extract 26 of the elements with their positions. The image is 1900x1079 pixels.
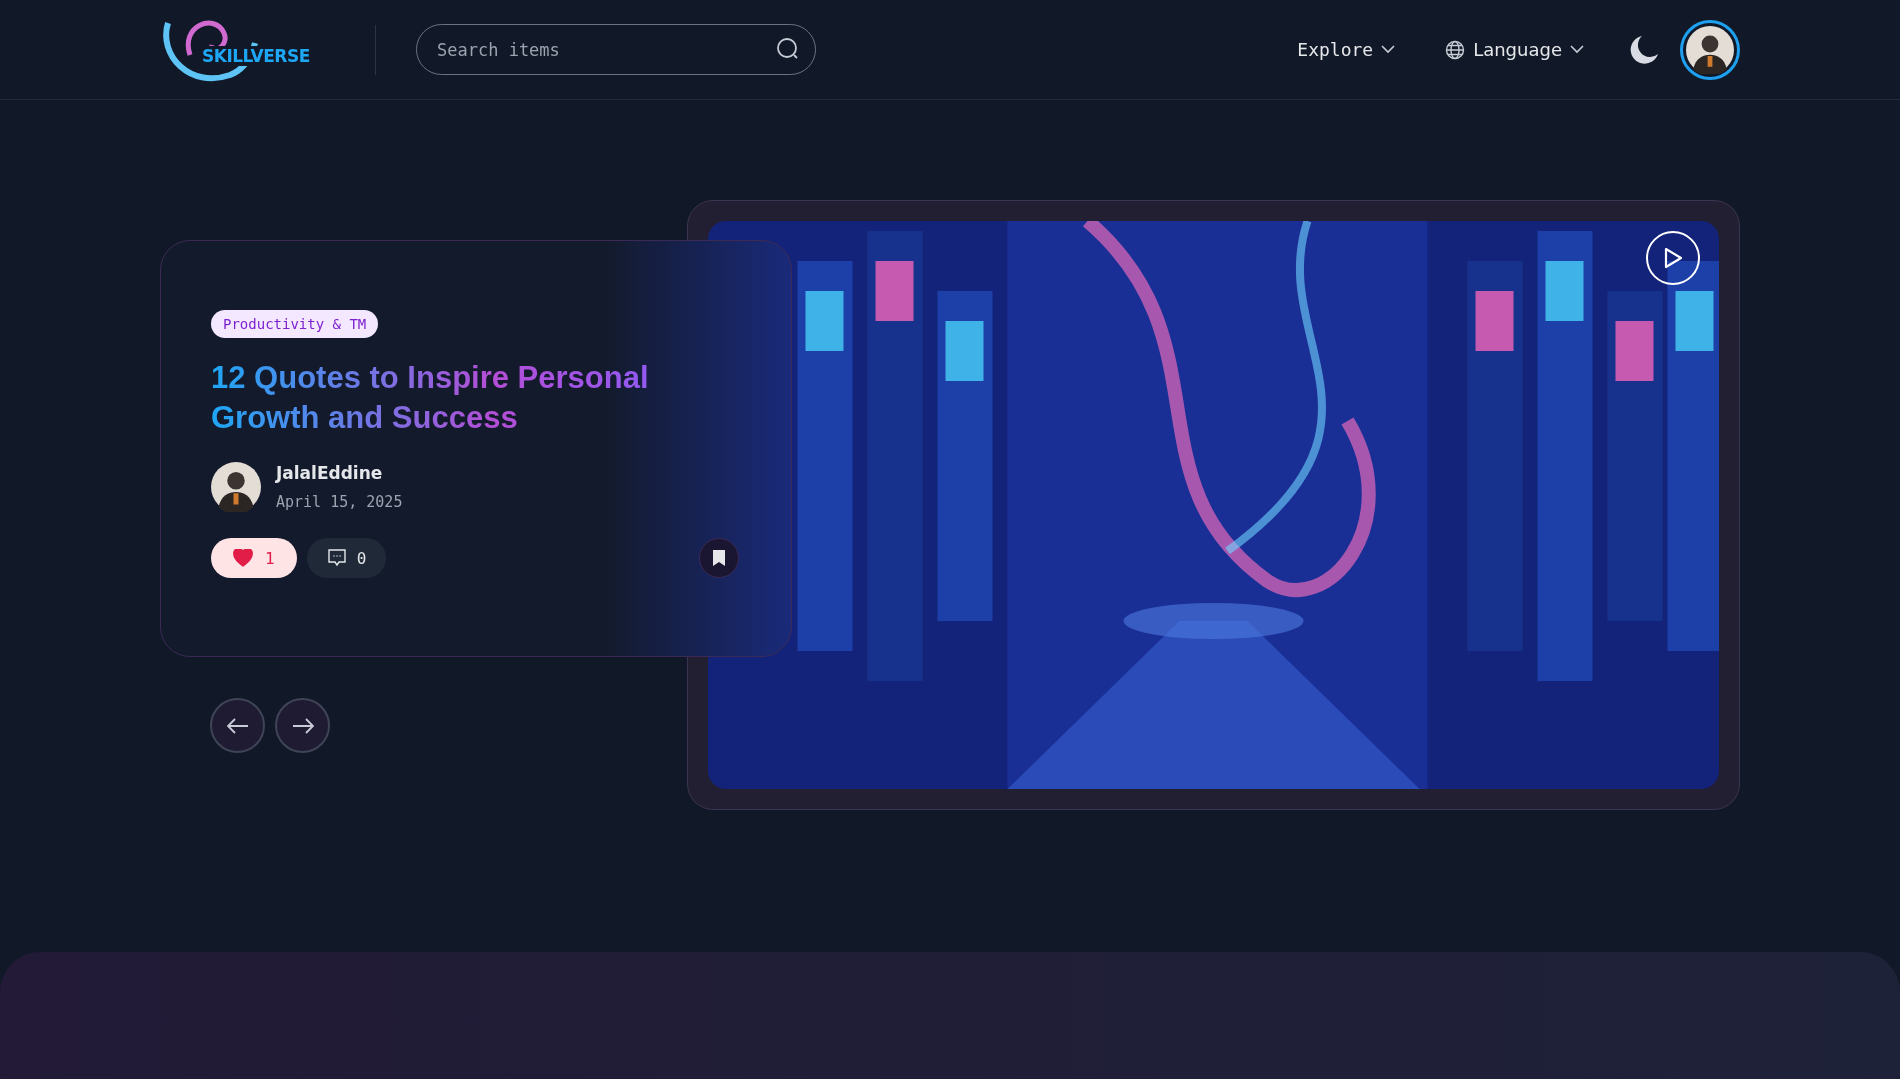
post-date: April 15, 2025 (276, 493, 403, 511)
comment-icon (326, 548, 347, 568)
category-tag[interactable]: Productivity & TM (211, 310, 379, 338)
comment-button[interactable]: 0 (306, 538, 387, 578)
search-field[interactable]: Search items (416, 24, 816, 75)
logo-text[interactable]: SKILLVERSE (200, 45, 312, 66)
chevron-down-icon (1381, 45, 1396, 54)
arrow-right-icon (291, 717, 314, 734)
chevron-down-icon (1570, 45, 1584, 54)
globe-icon (1445, 39, 1466, 60)
next-button[interactable] (275, 698, 330, 753)
like-button[interactable]: 1 (211, 538, 297, 578)
bookmark-icon (712, 549, 726, 567)
profile-avatar[interactable] (1680, 19, 1740, 80)
arrow-left-icon (226, 717, 249, 734)
author-avatar (211, 462, 261, 512)
heart-icon (233, 549, 253, 567)
explore-menu[interactable]: Explore (1291, 38, 1402, 61)
previous-button[interactable] (210, 698, 265, 753)
language-menu[interactable]: Language (1439, 38, 1590, 61)
bookmark-button[interactable] (699, 538, 739, 578)
moon-icon[interactable] (1628, 33, 1660, 66)
author-name: JalalEddine (276, 463, 384, 483)
search-icon (776, 37, 800, 61)
play-icon (1662, 246, 1684, 270)
play-button[interactable] (1646, 231, 1700, 285)
